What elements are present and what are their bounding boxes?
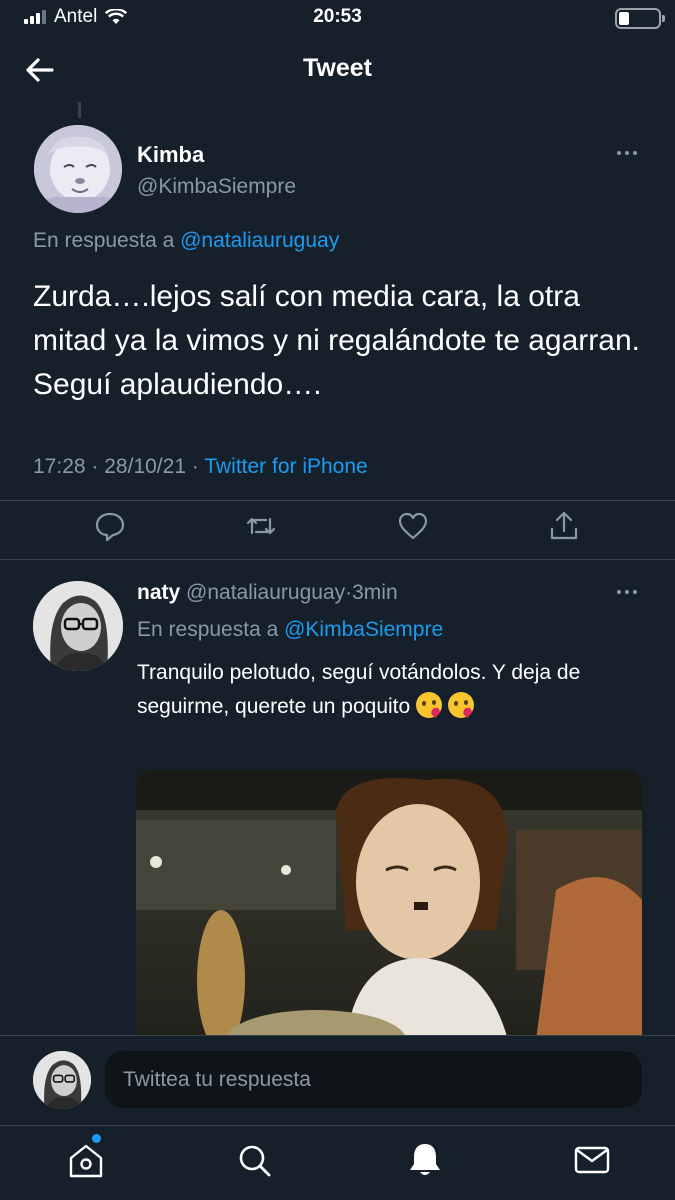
avatar[interactable] xyxy=(33,581,123,671)
dot xyxy=(625,590,629,594)
tweet-text: Zurda….lejos salí con media cara, la otr… xyxy=(33,280,640,401)
tweet-time: 17:28 xyxy=(33,455,86,478)
like-button[interactable] xyxy=(396,509,430,543)
reply-button[interactable] xyxy=(93,509,127,543)
clock: 20:53 xyxy=(313,6,362,27)
author-name[interactable]: Kimba xyxy=(137,142,204,168)
author-handle[interactable]: @KimbaSiempre xyxy=(137,175,296,199)
more-options-button[interactable] xyxy=(612,582,642,602)
media-image xyxy=(136,770,642,1040)
tweet-media-image[interactable] xyxy=(136,770,642,1040)
reply-prefix: En respuesta a xyxy=(33,229,175,252)
tweet-source-link[interactable]: Twitter for iPhone xyxy=(204,455,367,478)
thread-connector xyxy=(78,102,81,118)
notification-dot xyxy=(92,1134,101,1143)
tab-notifications[interactable] xyxy=(405,1140,445,1180)
divider xyxy=(0,500,675,501)
reply-age: 3min xyxy=(352,581,398,604)
tab-messages[interactable] xyxy=(572,1140,612,1180)
reply-text-block: Tranquilo pelotudo, seguí votándolos. Y … xyxy=(137,656,647,724)
bell-icon xyxy=(410,1144,440,1175)
avatar-image xyxy=(33,581,123,671)
more-horizontal-icon xyxy=(617,151,621,155)
tweet-date: 28/10/21 xyxy=(104,455,186,478)
dot xyxy=(625,151,629,155)
reply-author-line: naty @nataliauruguay·3min xyxy=(137,581,398,605)
kissing-face-emoji-icon xyxy=(447,692,474,718)
tab-search[interactable] xyxy=(234,1140,274,1180)
avatar-image xyxy=(33,1051,91,1109)
dot xyxy=(633,590,637,594)
page-title: Tweet xyxy=(303,54,372,82)
bottom-tab-bar xyxy=(0,1125,675,1200)
divider xyxy=(0,559,675,560)
reply-input[interactable] xyxy=(105,1051,642,1108)
dot xyxy=(633,151,637,155)
avatar-image xyxy=(34,125,122,213)
reply-text: Tranquilo pelotudo, seguí votándolos. Y … xyxy=(137,661,581,718)
heart-icon xyxy=(398,512,428,540)
home-icon xyxy=(69,1144,103,1178)
replying-to: En respuesta a @KimbaSiempre xyxy=(137,618,443,642)
search-icon xyxy=(239,1145,271,1177)
reply-composer xyxy=(0,1035,675,1125)
retweet-button[interactable] xyxy=(244,509,278,543)
meta-separator: · xyxy=(191,455,199,478)
reply-to-link[interactable]: @nataliauruguay xyxy=(180,229,339,252)
tab-home[interactable] xyxy=(66,1140,106,1180)
share-button[interactable] xyxy=(547,509,581,543)
reply-prefix: En respuesta a xyxy=(137,618,279,641)
share-icon xyxy=(550,511,578,540)
comment-icon xyxy=(95,512,125,542)
reply-author-name[interactable]: naty xyxy=(137,581,180,604)
envelope-icon xyxy=(574,1146,610,1174)
avatar[interactable] xyxy=(34,125,122,213)
tweet-actions xyxy=(0,505,675,551)
avatar xyxy=(33,1051,91,1109)
battery-icon xyxy=(615,8,665,29)
replying-to: En respuesta a @nataliauruguay xyxy=(33,229,339,253)
tweet-meta: 17:28 · 28/10/21 · Twitter for iPhone xyxy=(33,455,368,479)
battery-level xyxy=(619,12,629,25)
meta-separator: · xyxy=(91,455,99,478)
reply-author-handle[interactable]: @nataliauruguay xyxy=(186,581,345,604)
retweet-icon xyxy=(246,517,276,535)
top-nav: Tweet xyxy=(0,36,675,102)
more-horizontal-icon xyxy=(617,590,621,594)
more-options-button[interactable] xyxy=(612,143,642,163)
status-bar: Antel 20:53 xyxy=(0,0,675,36)
reply-to-link[interactable]: @KimbaSiempre xyxy=(284,618,443,641)
kissing-face-emoji-icon xyxy=(416,692,443,718)
